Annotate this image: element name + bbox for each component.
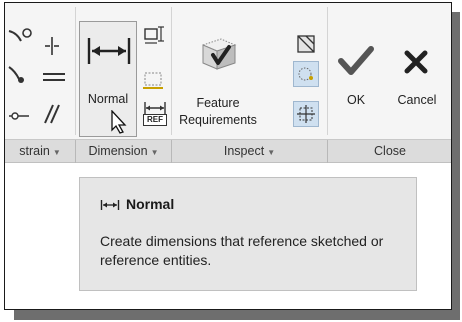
tooltip-description: Create dimensions that reference sketche… bbox=[100, 233, 384, 268]
group-dimension-label: Dimension bbox=[88, 144, 148, 158]
reference-dimension-button[interactable]: REF bbox=[143, 101, 167, 127]
group-close[interactable]: Close bbox=[328, 140, 451, 163]
mouse-cursor-icon bbox=[111, 110, 127, 134]
cancel-x-icon bbox=[404, 50, 428, 74]
group-close-label: Close bbox=[374, 144, 406, 158]
perimeter-icon[interactable] bbox=[143, 25, 165, 49]
group-constrain-label: strain bbox=[19, 144, 50, 158]
overlapping-geometry-icon[interactable] bbox=[295, 33, 317, 55]
ribbon-group-bar: strain ▼ Dimension ▼ Inspect ▼ Close bbox=[5, 139, 451, 163]
ok-button[interactable]: OK bbox=[333, 37, 379, 127]
ref-text: REF bbox=[143, 114, 167, 126]
parallel-icon[interactable] bbox=[41, 103, 63, 125]
baseline-icon[interactable] bbox=[143, 71, 165, 91]
highlight-open-ends-icon bbox=[297, 105, 315, 123]
screenshot-frame: Normal REF Feature Requirements OK Cance… bbox=[4, 2, 452, 310]
chevron-down-icon: ▼ bbox=[150, 148, 159, 157]
shade-closed-loops-button[interactable] bbox=[293, 61, 319, 87]
normal-button-label: Normal bbox=[87, 92, 129, 106]
feature-requirements-label: Feature Requirements bbox=[179, 96, 257, 127]
cancel-label: Cancel bbox=[397, 93, 437, 107]
cancel-button[interactable]: Cancel bbox=[387, 37, 447, 127]
highlight-open-ends-button[interactable] bbox=[293, 101, 319, 127]
chevron-down-icon: ▼ bbox=[267, 148, 276, 157]
group-constrain[interactable]: strain ▼ bbox=[5, 140, 75, 163]
normal-dimension-icon bbox=[100, 200, 120, 210]
ok-check-icon bbox=[338, 46, 374, 75]
shade-closed-loops-icon bbox=[298, 67, 313, 81]
reference-dimension-icon bbox=[144, 102, 166, 114]
ok-label: OK bbox=[346, 93, 366, 107]
chevron-down-icon: ▼ bbox=[52, 148, 61, 157]
tooltip-title: Normal bbox=[126, 196, 175, 212]
feature-requirements-icon bbox=[201, 38, 237, 70]
parallel-icon[interactable] bbox=[7, 107, 31, 125]
group-dimension[interactable]: Dimension ▼ bbox=[76, 140, 171, 163]
normal-dimension-button[interactable]: Normal bbox=[79, 21, 137, 137]
horizontal-icon[interactable] bbox=[41, 69, 67, 85]
group-inspect-label: Inspect bbox=[223, 144, 265, 158]
normal-dimension-icon bbox=[87, 38, 131, 64]
tangent-icon[interactable] bbox=[7, 27, 33, 51]
point-on-entity-icon[interactable] bbox=[7, 63, 29, 85]
group-inspect[interactable]: Inspect ▼ bbox=[172, 140, 327, 163]
tooltip: Normal Create dimensions that reference … bbox=[79, 177, 417, 291]
feature-requirements-button[interactable]: Feature Requirements bbox=[175, 23, 261, 135]
ribbon: Normal REF Feature Requirements OK Cance… bbox=[5, 3, 451, 139]
vertical-icon[interactable] bbox=[41, 35, 63, 57]
